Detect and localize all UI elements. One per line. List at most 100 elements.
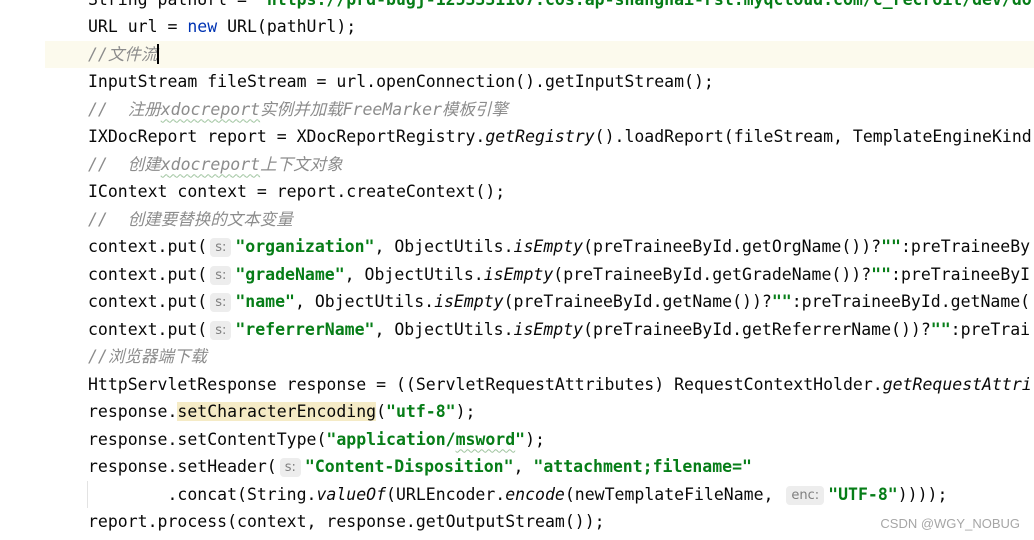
parameter-name-hint: enc: bbox=[786, 485, 825, 505]
code-text[interactable]: ().loadReport(fileStream, TemplateEngine… bbox=[595, 127, 1032, 146]
code-text[interactable]: context.put( bbox=[88, 237, 207, 256]
static-method-call[interactable]: isEmpty bbox=[484, 265, 554, 284]
code-text[interactable]: ); bbox=[456, 402, 476, 421]
code-text[interactable]: IContext context = report.createContext(… bbox=[88, 182, 505, 201]
code-text[interactable]: , ObjectUtils. bbox=[345, 265, 484, 284]
string-literal[interactable]: "referrerName" bbox=[235, 320, 374, 339]
static-method-call[interactable]: getRequestAttri bbox=[883, 375, 1032, 394]
code-line[interactable]: report.process(context, response.getOutp… bbox=[0, 508, 1034, 536]
code-line[interactable]: context.put(s: "organization", ObjectUtil… bbox=[0, 233, 1034, 261]
string-literal[interactable]: "Content-Disposition" bbox=[305, 457, 514, 476]
code-line[interactable]: // 注册xdocreport实例并加载FreeMarker模板引擎 bbox=[0, 96, 1034, 124]
code-line[interactable]: context.put(s: "gradeName", ObjectUtils.i… bbox=[0, 261, 1034, 289]
code-comment[interactable]: //浏览器端下载 bbox=[88, 347, 207, 366]
parameter-name-hint: s: bbox=[279, 458, 301, 477]
string-literal[interactable]: "" bbox=[871, 265, 891, 284]
static-method-call[interactable]: isEmpty bbox=[434, 292, 504, 311]
code-line[interactable]: response.setContentType("application/msw… bbox=[0, 426, 1034, 454]
code-comment[interactable]: // 创建要替换的文本变量 bbox=[88, 210, 293, 229]
code-comment[interactable]: // 注册 bbox=[88, 100, 161, 119]
code-line[interactable]: String pathUrl = "https://prd-bugj-12533… bbox=[0, 0, 1034, 13]
code-lines[interactable]: String pathUrl = "https://prd-bugj-12533… bbox=[0, 0, 1034, 536]
code-text[interactable]: , ObjectUtils. bbox=[374, 237, 513, 256]
code-text[interactable]: context.put( bbox=[88, 320, 207, 339]
static-method-call[interactable]: encode bbox=[505, 485, 565, 504]
code-text[interactable]: .concat(String. bbox=[88, 485, 316, 504]
current-code-line[interactable]: //文件流 bbox=[0, 40, 1034, 68]
code-text[interactable]: :preTraineeByI bbox=[891, 265, 1030, 284]
parameter-name-hint: s: bbox=[210, 238, 232, 257]
string-literal[interactable]: "" bbox=[881, 237, 901, 256]
code-text[interactable]: (URLEncoder. bbox=[386, 485, 505, 504]
misspelled-word[interactable]: msword bbox=[456, 430, 516, 449]
code-line[interactable]: IContext context = report.createContext(… bbox=[0, 178, 1034, 206]
code-text[interactable]: InputStream fileStream = url.openConnect… bbox=[88, 72, 714, 91]
code-text[interactable]: URL(pathUrl); bbox=[217, 17, 356, 36]
code-text[interactable]: :preTrai bbox=[951, 320, 1030, 339]
code-line[interactable]: response.setHeader(s: "Content-Dispositio… bbox=[0, 453, 1034, 481]
code-text[interactable]: (preTraineeById.getOrgName())? bbox=[583, 237, 881, 256]
code-comment[interactable]: 上下文对象 bbox=[260, 155, 343, 174]
code-text[interactable]: , bbox=[514, 457, 534, 476]
code-line[interactable]: .concat(String.valueOf(URLEncoder.encode… bbox=[0, 481, 1034, 509]
text-caret bbox=[157, 44, 160, 64]
static-method-call[interactable]: getRegistry bbox=[485, 127, 594, 146]
code-comment[interactable]: //文件流 bbox=[88, 45, 157, 64]
code-text[interactable]: response.setHeader( bbox=[88, 457, 277, 476]
code-line[interactable]: //浏览器端下载 bbox=[0, 343, 1034, 371]
code-comment[interactable]: // 创建 bbox=[88, 155, 161, 174]
code-line[interactable]: // 创建要替换的文本变量 bbox=[0, 206, 1034, 234]
code-line[interactable]: InputStream fileStream = url.openConnect… bbox=[0, 68, 1034, 96]
code-text[interactable]: response.setContentType( bbox=[88, 430, 326, 449]
code-comment[interactable]: 实例并加载FreeMarker模板引擎 bbox=[260, 100, 508, 119]
string-literal[interactable]: "" bbox=[772, 292, 792, 311]
watermark: CSDN @WGY_NOBUG bbox=[880, 516, 1020, 531]
code-text[interactable]: IXDocReport report = XDocReportRegistry. bbox=[88, 127, 485, 146]
code-line[interactable]: // 创建xdocreport上下文对象 bbox=[0, 151, 1034, 179]
code-text[interactable]: response. bbox=[88, 402, 177, 421]
code-text[interactable]: (newTemplateFileName, bbox=[565, 485, 784, 504]
highlighted-identifier[interactable]: setCharacterEncoding bbox=[177, 402, 377, 421]
code-text[interactable]: HttpServletResponse response = ((Servlet… bbox=[88, 375, 883, 394]
string-literal[interactable]: "organization" bbox=[235, 237, 374, 256]
code-text[interactable]: URL url = bbox=[88, 17, 187, 36]
string-literal[interactable]: "utf-8" bbox=[386, 402, 456, 421]
code-text[interactable]: ); bbox=[525, 430, 545, 449]
string-literal[interactable]: "attachment;filename=" bbox=[533, 457, 752, 476]
code-line[interactable]: URL url = new URL(pathUrl); bbox=[0, 13, 1034, 41]
code-line[interactable]: context.put(s: "name", ObjectUtils.isEmpt… bbox=[0, 288, 1034, 316]
parameter-name-hint: s: bbox=[210, 320, 232, 340]
code-text[interactable]: (preTraineeById.getReferrerName())? bbox=[583, 320, 931, 339]
string-literal[interactable]: "gradeName" bbox=[235, 265, 344, 284]
misspelled-word[interactable]: xdocreport bbox=[161, 100, 260, 119]
code-editor[interactable]: String pathUrl = "https://prd-bugj-12533… bbox=[0, 0, 1034, 540]
code-text[interactable]: :preTraineeById.getName( bbox=[792, 292, 1030, 311]
code-text[interactable]: , ObjectUtils. bbox=[374, 320, 513, 339]
code-line[interactable]: HttpServletResponse response = ((Servlet… bbox=[0, 371, 1034, 399]
static-method-call[interactable]: valueOf bbox=[316, 485, 386, 504]
string-literal[interactable]: "name" bbox=[235, 292, 295, 311]
code-text[interactable]: :preTraineeBy bbox=[901, 237, 1030, 256]
code-text[interactable]: context.put( bbox=[88, 292, 207, 311]
string-literal[interactable]: " bbox=[515, 430, 525, 449]
code-text[interactable]: report.process(context, response.getOutp… bbox=[88, 512, 605, 531]
code-line[interactable]: response.setCharacterEncoding("utf-8"); bbox=[0, 398, 1034, 426]
code-line[interactable]: context.put(s: "referrerName", ObjectUtil… bbox=[0, 316, 1034, 344]
code-text[interactable]: (preTraineeById.getName())? bbox=[504, 292, 772, 311]
misspelled-word[interactable]: xdocreport bbox=[161, 155, 260, 174]
code-line[interactable]: IXDocReport report = XDocReportRegistry.… bbox=[0, 123, 1034, 151]
static-method-call[interactable]: isEmpty bbox=[514, 320, 584, 339]
string-literal[interactable]: "https://prd-bugj-1253331107.cos.ap-shan… bbox=[257, 0, 1032, 9]
code-text[interactable]: , ObjectUtils. bbox=[295, 292, 434, 311]
string-literal[interactable]: "" bbox=[931, 320, 951, 339]
code-text[interactable]: String pathUrl = bbox=[88, 0, 257, 9]
code-text[interactable]: context.put( bbox=[88, 265, 207, 284]
code-text[interactable]: )))); bbox=[898, 485, 948, 504]
code-text[interactable]: (preTraineeById.getGradeName())? bbox=[553, 265, 871, 284]
keyword-token[interactable]: new bbox=[187, 17, 217, 36]
string-literal[interactable]: "application/ bbox=[326, 430, 455, 449]
parameter-name-hint: s: bbox=[210, 293, 232, 312]
code-text[interactable]: ( bbox=[376, 402, 386, 421]
static-method-call[interactable]: isEmpty bbox=[514, 237, 584, 256]
string-literal[interactable]: "UTF-8" bbox=[828, 485, 898, 504]
